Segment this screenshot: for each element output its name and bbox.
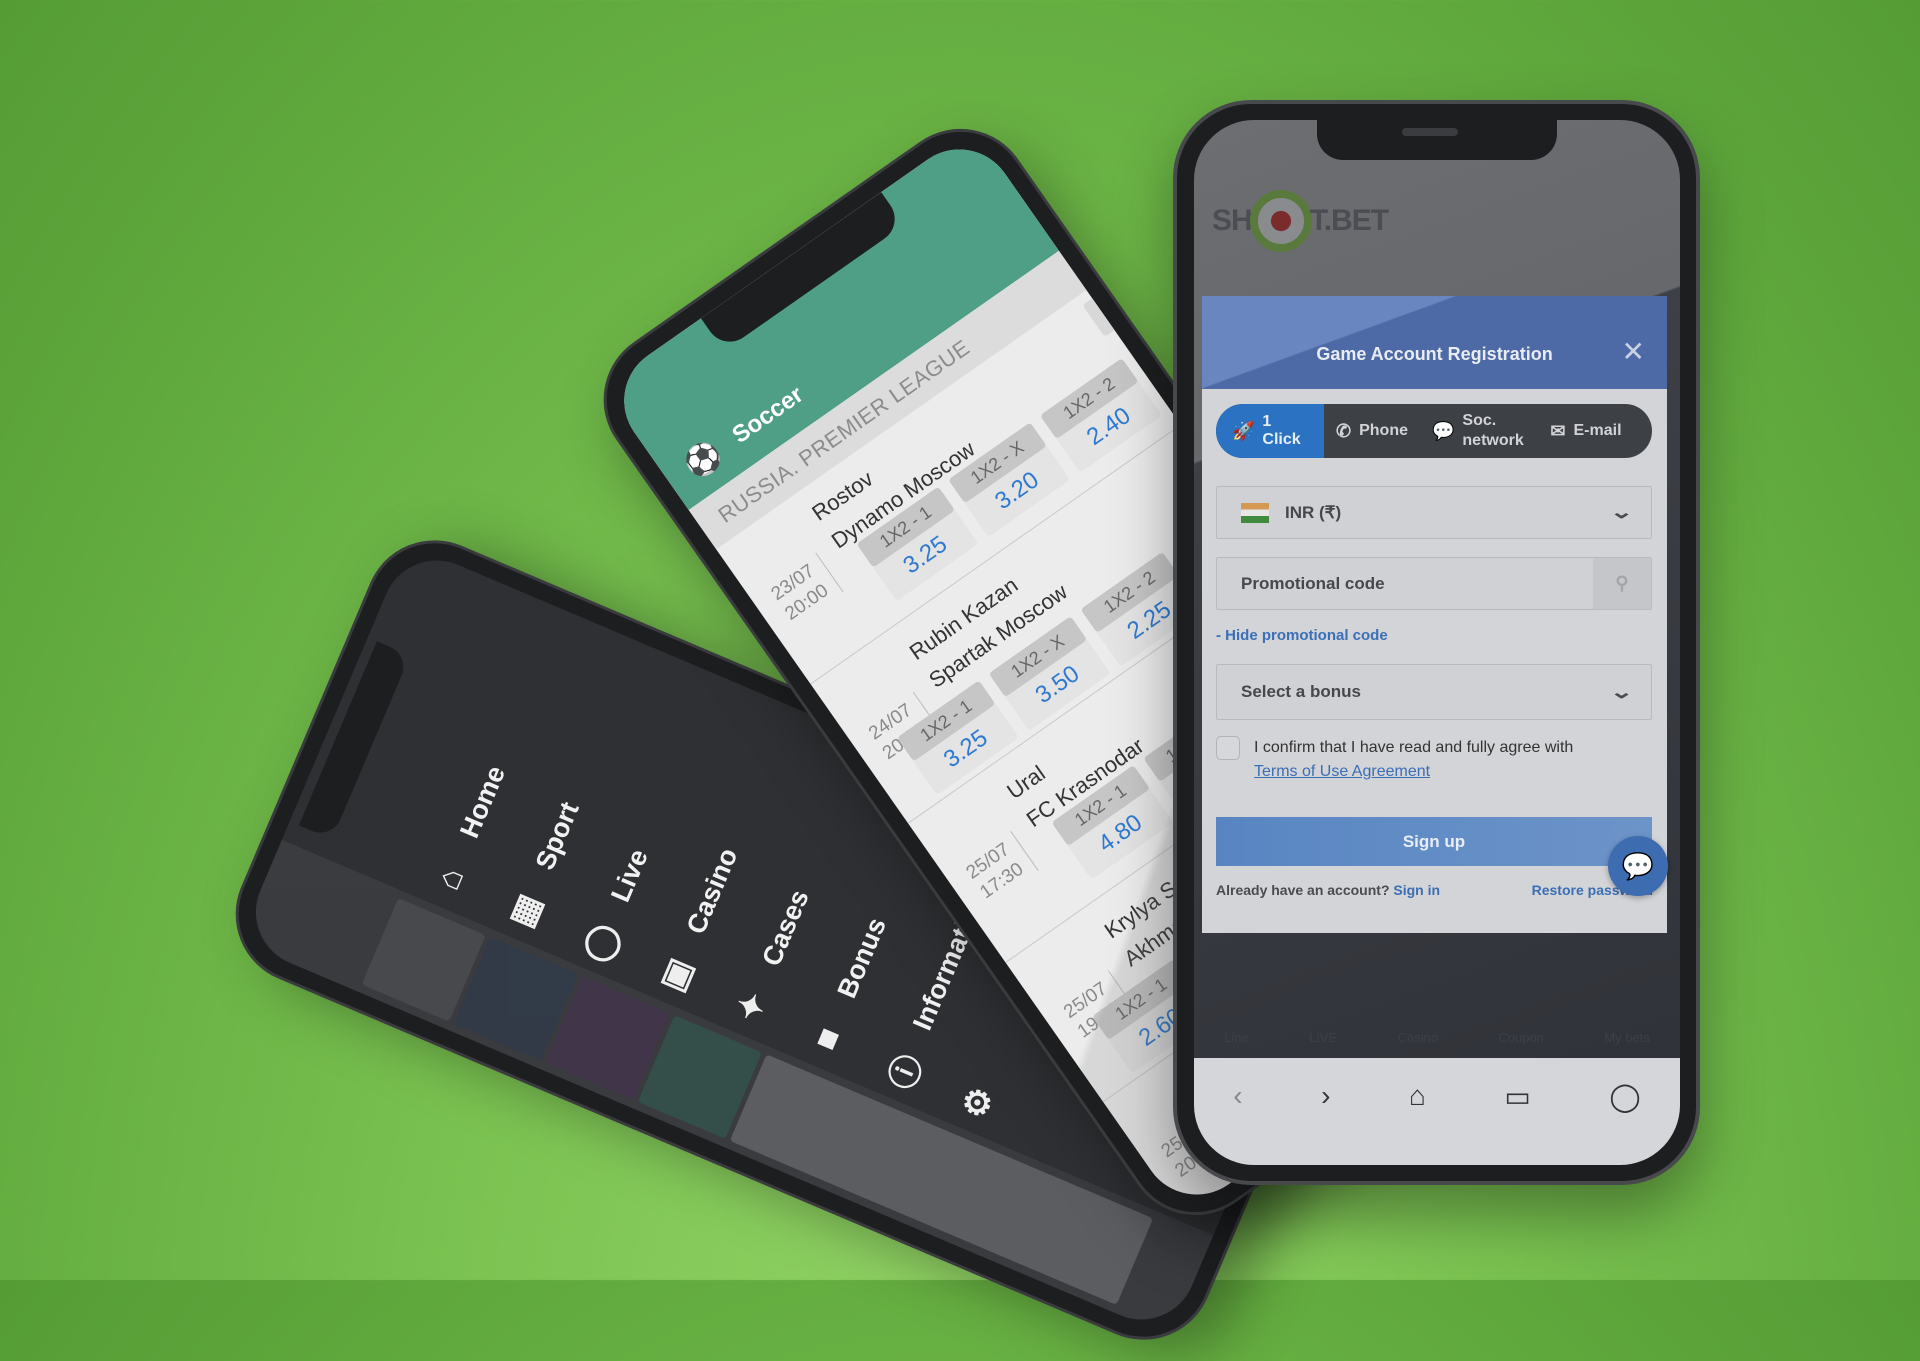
promo-code-input[interactable]: Promotional code ⚲ — [1216, 557, 1652, 610]
tab-label: Soc. network — [1462, 412, 1524, 449]
menu-item-cases[interactable]: ✦ Cases — [726, 883, 820, 1033]
live-circle-icon: ◯ — [576, 917, 626, 968]
notch — [700, 192, 905, 352]
tab-label: E-mail — [1573, 422, 1622, 439]
registration-screen: SH T.BET Game Account Registration ✕ 🚀 1 … — [1194, 120, 1680, 1165]
tab-phone[interactable]: ✆ Phone — [1324, 404, 1420, 458]
hide-promo-link[interactable]: - Hide promotional code — [1216, 627, 1388, 644]
menu-item-casino[interactable]: ▣ Casino — [650, 842, 748, 1001]
slot-machine-icon: ▣ — [652, 952, 701, 998]
bonus-placeholder: Select a bonus — [1241, 682, 1361, 701]
tab-label: 1 Click — [1262, 413, 1301, 448]
target-logo-icon — [1249, 190, 1312, 252]
logo-text-right: T.BET — [1309, 204, 1389, 237]
soccer-ball-icon: ⚽ — [678, 435, 729, 485]
chevron-down-icon: ⌄ — [1609, 681, 1634, 702]
bonus-select[interactable]: Select a bonus ⌄ — [1216, 664, 1652, 720]
tab-label: Phone — [1359, 422, 1408, 439]
tab-e-mail[interactable]: ✉ E-mail — [1538, 404, 1633, 458]
more-markets-badge[interactable]: +222 — [1082, 265, 1162, 338]
nav-live[interactable]: LIVE — [1309, 1030, 1337, 1045]
menu-item-label: Sport — [529, 797, 585, 875]
chat-support-icon[interactable]: 💬 — [1608, 836, 1668, 896]
home-icon: ⌂ — [428, 861, 472, 896]
menu-item-settings[interactable]: ⚙ — [952, 1077, 1004, 1129]
info-icon: ⓘ — [881, 1049, 931, 1096]
currency-value: INR (₹) — [1285, 502, 1342, 522]
gift-icon: ■ — [805, 1021, 849, 1056]
menu-item-sport[interactable]: ▦ Sport — [499, 796, 589, 937]
gamepad-icon: ✦ — [728, 986, 775, 1028]
shootbet-logo: SH T.BET — [1212, 190, 1389, 252]
menu-item-bonus[interactable]: ■ Bonus — [801, 911, 896, 1065]
nav-coupon[interactable]: Coupon — [1498, 1030, 1544, 1045]
already-account: Already have an account? Sign in — [1216, 882, 1440, 898]
notch — [1317, 120, 1557, 160]
agree-checkbox[interactable] — [1216, 736, 1240, 760]
currency-select[interactable]: INR (₹) ⌄ — [1216, 486, 1652, 539]
profile-icon[interactable]: ◯ — [1609, 1080, 1640, 1113]
sign-in-link[interactable]: Sign in — [1393, 882, 1440, 898]
odds-cell[interactable]: 1X2 - 2 2.40 — [1039, 358, 1163, 473]
search-icon[interactable]: ⚲ — [1593, 558, 1651, 609]
rocket-icon: 🚀 — [1232, 420, 1255, 441]
settings-gear-icon: ⚙ — [954, 1081, 1002, 1125]
logo-text-left: SH — [1212, 204, 1253, 237]
home-icon[interactable]: ⌂ — [1409, 1080, 1426, 1112]
phone-registration: SH T.BET Game Account Registration ✕ 🚀 1 … — [1173, 100, 1700, 1185]
close-icon[interactable]: ✕ — [1622, 338, 1645, 366]
phone-icon: ✆ — [1336, 420, 1352, 441]
match-datetime: 23/07 20:00 — [767, 552, 844, 627]
agree-text: I confirm that I have read and fully agr… — [1254, 736, 1573, 784]
back-icon[interactable]: ‹ — [1233, 1080, 1242, 1112]
menu-item-label: Home — [453, 761, 511, 842]
menu-item-label: Bonus — [831, 913, 892, 1003]
india-flag-icon — [1241, 502, 1269, 523]
nav-my-bets[interactable]: My bets — [1604, 1030, 1650, 1045]
menu-item-live[interactable]: ◯ Live — [575, 843, 659, 969]
menu-item-home[interactable]: ⌂ Home — [424, 759, 516, 904]
browser-toolbar: ‹ › ⌂ ▭ ◯ — [1194, 1058, 1680, 1165]
forward-icon[interactable]: › — [1321, 1080, 1330, 1112]
downloads-folder-icon[interactable]: ▭ — [1504, 1080, 1530, 1113]
sign-up-button[interactable]: Sign up — [1216, 817, 1652, 866]
registration-modal: Game Account Registration ✕ 🚀 1 Click ✆ Pho… — [1202, 296, 1668, 933]
chat-bubbles-icon: 💬 — [1431, 420, 1455, 441]
modal-header: Game Account Registration ✕ — [1202, 296, 1667, 389]
envelope-icon: ✉ — [1550, 420, 1566, 441]
modal-title: Game Account Registration — [1316, 344, 1553, 364]
tab-1-click[interactable]: 🚀 1 Click — [1216, 404, 1324, 458]
terms-link[interactable]: Terms of Use Agreement — [1254, 763, 1430, 780]
tab-soc-network[interactable]: 💬 Soc. network — [1420, 404, 1538, 458]
menu-item-label: Cases — [755, 885, 815, 971]
grid-icon: ▦ — [501, 888, 550, 933]
registration-method-tabs: 🚀 1 Click ✆ Phone 💬 Soc. network ✉ E-mail — [1216, 404, 1652, 458]
nav-line[interactable]: Line — [1224, 1030, 1249, 1045]
nav-casino[interactable]: Casino — [1398, 1030, 1438, 1045]
already-label: Already have an account? — [1216, 882, 1390, 898]
notch — [298, 641, 411, 840]
app-bottom-nav: Line LIVE Casino Coupon My bets — [1194, 1030, 1680, 1045]
promo-placeholder: Promotional code — [1241, 573, 1385, 593]
chevron-down-icon: ⌄ — [1609, 502, 1634, 522]
agree-label: I confirm that I have read and fully agr… — [1254, 739, 1574, 756]
menu-item-label: Casino — [680, 843, 743, 939]
speaker — [1402, 128, 1458, 136]
menu-item-label: Live — [604, 844, 654, 907]
